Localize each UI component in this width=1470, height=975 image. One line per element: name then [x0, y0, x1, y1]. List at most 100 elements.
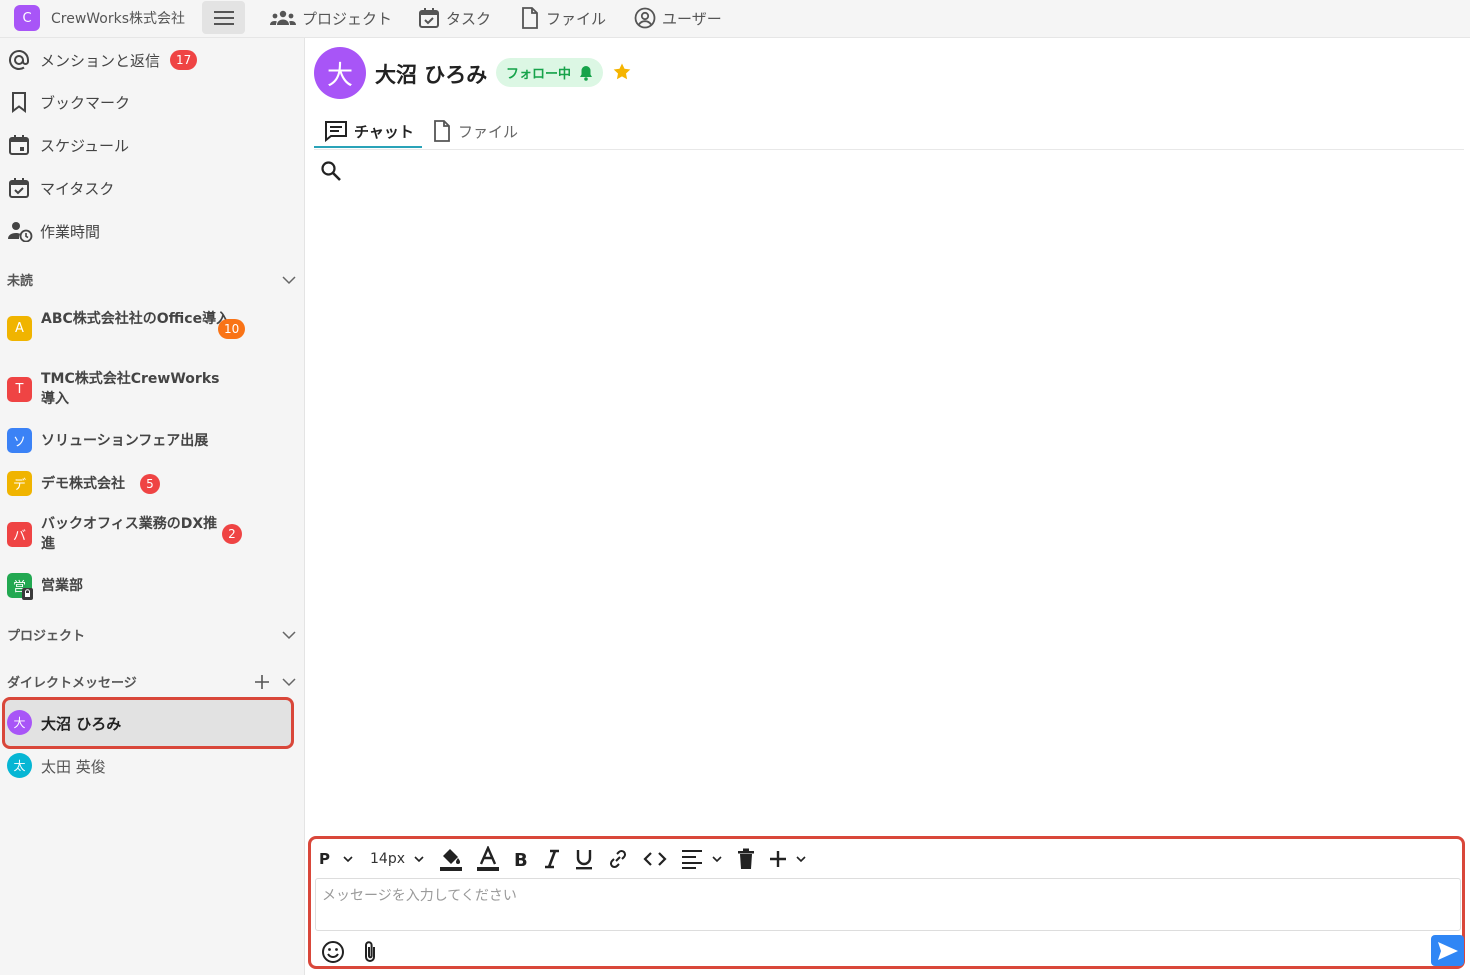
- nav-projects[interactable]: プロジェクト: [270, 5, 392, 31]
- nav-files-label: ファイル: [546, 9, 607, 28]
- active-tab-indicator: [314, 146, 422, 148]
- chevron-down-icon[interactable]: [281, 674, 297, 690]
- sidebar-item-label: スケジュール: [40, 137, 129, 155]
- star-icon[interactable]: [612, 62, 632, 82]
- send-icon: [1437, 941, 1458, 960]
- sidebar-item-bookmarks[interactable]: ブックマーク: [0, 88, 305, 116]
- sidebar-item-label: ブックマーク: [40, 94, 131, 112]
- sidebar-item-mentions[interactable]: メンションと返信 17: [0, 46, 305, 74]
- channel-badge: T: [7, 377, 32, 402]
- sidebar-item-label: メンションと返信: [40, 52, 161, 70]
- dm-label: 大沼 ひろみ: [41, 715, 122, 733]
- nav-users[interactable]: ユーザー: [634, 5, 722, 31]
- message-composer: P 14px B: [308, 836, 1465, 969]
- channel-badge: デ: [7, 471, 32, 496]
- org-badge: C: [14, 5, 40, 31]
- insert-menu-button[interactable]: [769, 844, 807, 874]
- channel-label: 営業部: [41, 578, 83, 594]
- avatar: 大: [7, 710, 32, 735]
- highlight-color-button[interactable]: [439, 844, 463, 874]
- org-name: CrewWorks株式会社: [51, 11, 186, 27]
- avatar: 太: [7, 753, 32, 778]
- channel-item[interactable]: A ABC株式会社社のOffice導入 10: [0, 306, 305, 352]
- unread-count-badge: 5: [140, 474, 160, 494]
- plus-icon: [770, 851, 786, 867]
- underline-button[interactable]: [575, 844, 593, 874]
- sidebar-item-my-tasks[interactable]: マイタスク: [0, 174, 305, 202]
- team-icon: [270, 10, 296, 25]
- paperclip-icon[interactable]: [361, 940, 379, 964]
- italic-button[interactable]: [543, 844, 561, 874]
- sidebar-item-label: マイタスク: [40, 180, 115, 198]
- bold-button[interactable]: B: [513, 844, 529, 874]
- channel-label: ソリューションフェア出展: [41, 433, 209, 449]
- channel-label: TMC株式会社CrewWorks導入: [41, 371, 220, 407]
- dm-item-onuma[interactable]: 大 大沼 ひろみ: [0, 709, 305, 737]
- chevron-down-icon: [414, 856, 424, 863]
- conversation-title: 大沼 ひろみ: [375, 63, 488, 87]
- code-button[interactable]: [643, 844, 667, 874]
- bookmark-icon: [8, 91, 30, 113]
- unread-count-badge: 2: [222, 524, 242, 544]
- channel-item[interactable]: 営 営業部: [0, 572, 305, 600]
- chat-icon: [325, 121, 347, 142]
- channel-item[interactable]: T TMC株式会社CrewWorks導入: [0, 367, 305, 413]
- calendar-check-icon: [419, 8, 439, 28]
- sidebar-item-schedule[interactable]: スケジュール: [0, 131, 305, 159]
- follow-status-button[interactable]: フォロー中: [496, 58, 604, 87]
- font-size-value: 14px: [370, 851, 405, 867]
- align-select[interactable]: [681, 844, 723, 874]
- channel-label: ABC株式会社社のOffice導入: [41, 311, 231, 327]
- channel-item[interactable]: バ バックオフィス業務のDX推進 2: [0, 512, 305, 558]
- message-input[interactable]: [315, 878, 1461, 931]
- org-switcher[interactable]: C CrewWorks株式会社: [14, 5, 185, 31]
- channel-label: バックオフィス業務のDX推進: [41, 516, 218, 552]
- channel-item[interactable]: ソ ソリューションフェア出展: [0, 427, 305, 455]
- bold-icon: B: [514, 850, 528, 869]
- channel-item[interactable]: デ デモ株式会社 5: [0, 470, 305, 498]
- underline-icon: [576, 850, 592, 870]
- search-icon[interactable]: [320, 160, 342, 182]
- send-button[interactable]: [1431, 935, 1464, 966]
- nav-users-label: ユーザー: [662, 9, 722, 28]
- tab-chat-label: チャット: [354, 122, 414, 141]
- dm-section-title: ダイレクトメッセージ: [7, 676, 137, 691]
- unread-section-title: 未読: [7, 274, 34, 289]
- code-icon: [643, 852, 667, 866]
- tab-files[interactable]: ファイル: [432, 114, 518, 148]
- avatar: 大: [314, 47, 366, 99]
- channel-badge: A: [7, 316, 32, 341]
- dm-label: 太田 英俊: [41, 758, 106, 776]
- file-icon: [434, 120, 450, 142]
- emoji-icon[interactable]: [321, 940, 345, 964]
- channel-badge: バ: [7, 522, 32, 547]
- tab-files-label: ファイル: [458, 122, 519, 141]
- clear-format-button[interactable]: [737, 844, 755, 874]
- sidebar-item-work-time[interactable]: 作業時間: [0, 217, 305, 245]
- text-color-button[interactable]: [477, 844, 499, 874]
- trash-icon: [738, 848, 754, 869]
- calendar-check-icon: [8, 177, 30, 199]
- nav-files[interactable]: ファイル: [520, 5, 606, 31]
- lock-icon: [22, 588, 33, 600]
- menu-button[interactable]: [202, 1, 245, 34]
- nav-projects-label: プロジェクト: [302, 9, 393, 28]
- paint-bucket-icon: [440, 849, 462, 871]
- chevron-down-icon[interactable]: [281, 272, 297, 288]
- dm-item-ota[interactable]: 太 太田 英俊: [0, 752, 305, 780]
- font-size-select[interactable]: 14px: [370, 844, 425, 874]
- chevron-down-icon: [712, 856, 722, 863]
- text-color-icon: [477, 846, 499, 871]
- block-format-select[interactable]: P: [319, 844, 354, 874]
- sidebar: メンションと返信 17 ブックマーク スケジュール マイタスク 作業時間 未読 …: [0, 38, 305, 975]
- plus-icon[interactable]: [254, 674, 270, 690]
- user-circle-icon: [634, 7, 656, 29]
- at-icon: [8, 49, 30, 71]
- chevron-down-icon[interactable]: [281, 627, 297, 643]
- nav-tasks[interactable]: タスク: [418, 5, 491, 31]
- tab-chat[interactable]: チャット: [324, 114, 414, 148]
- file-icon: [522, 7, 538, 29]
- hamburger-icon: [213, 10, 234, 25]
- link-button[interactable]: [607, 844, 629, 874]
- formatting-toolbar: P 14px B: [319, 843, 821, 875]
